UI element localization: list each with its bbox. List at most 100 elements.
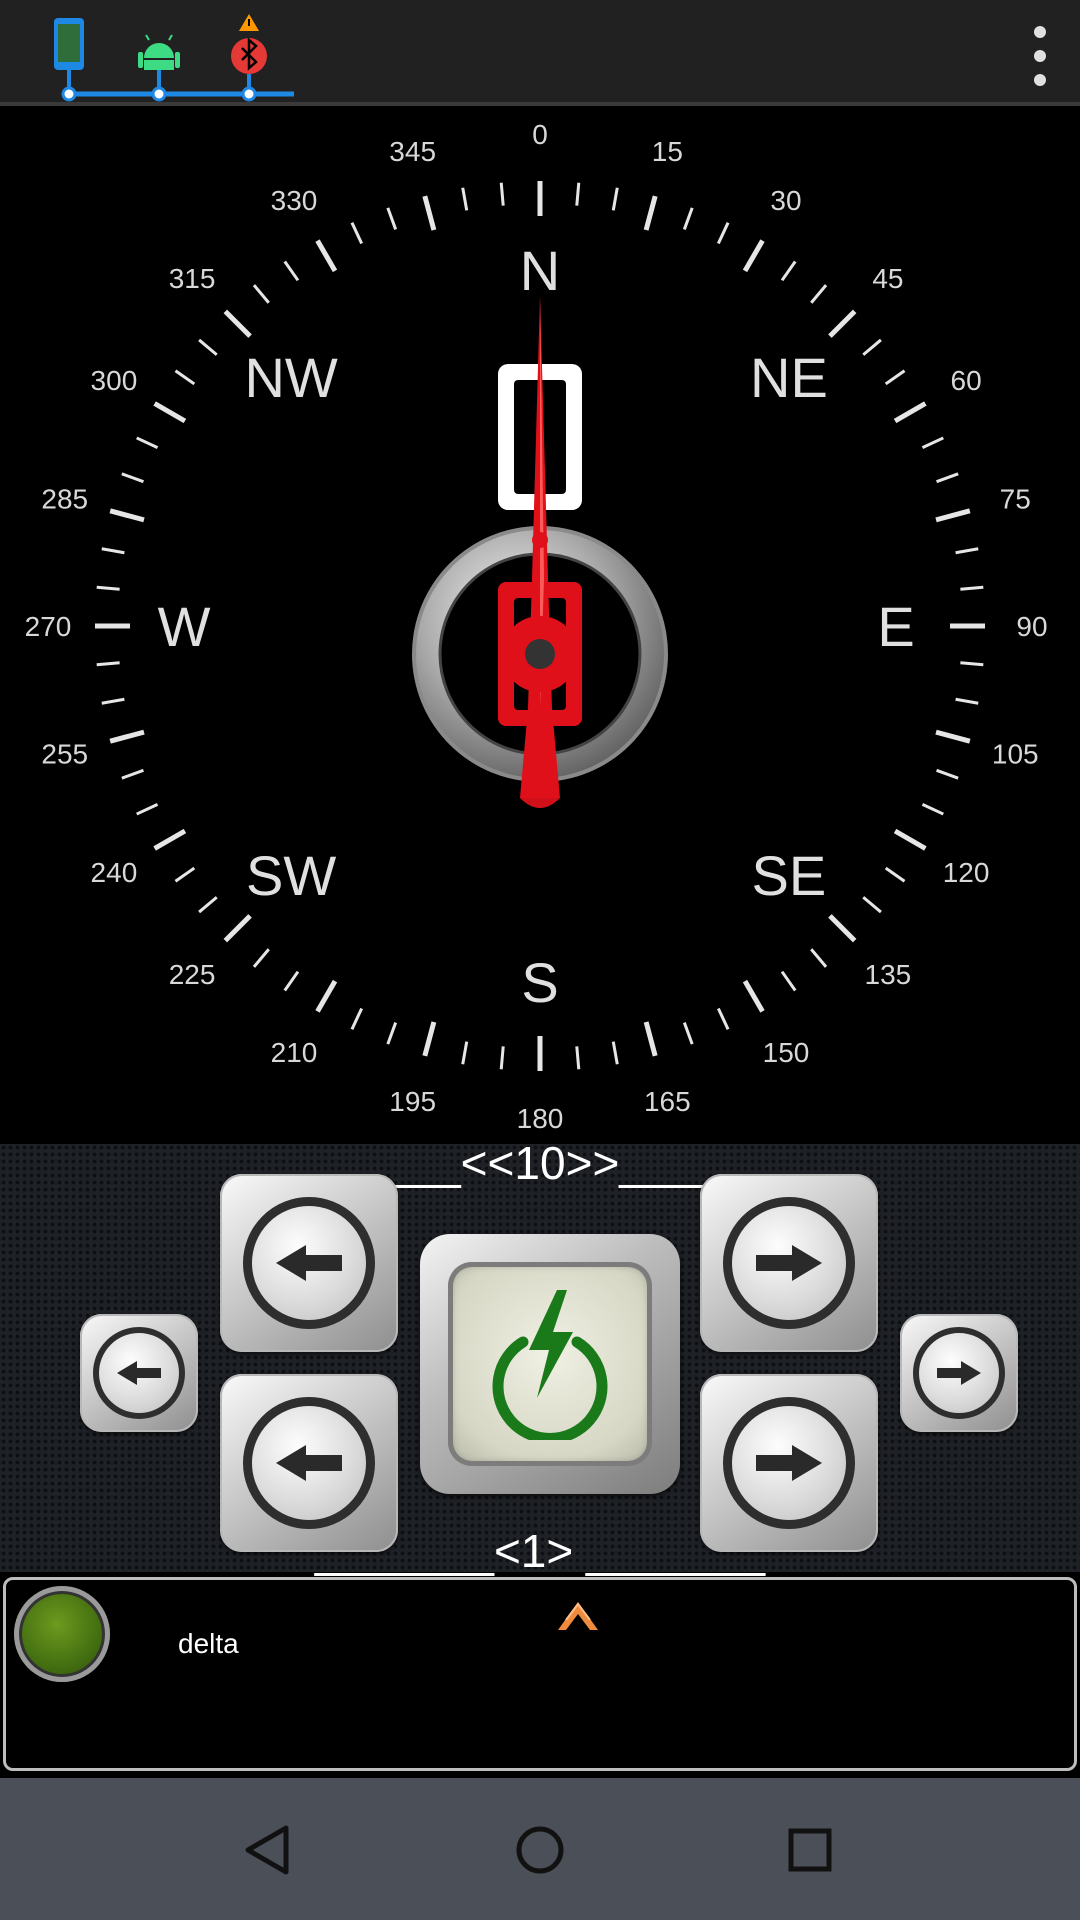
degree-label: 315: [169, 263, 216, 294]
status-led: [14, 1586, 110, 1682]
compass-tick: [780, 260, 797, 282]
compass-tick: [936, 472, 959, 484]
status-panel: delta: [3, 1577, 1077, 1771]
compass-tick: [716, 1007, 730, 1030]
compass-tick: [828, 309, 857, 338]
compass-tick: [198, 896, 218, 914]
degree-label: 345: [389, 136, 436, 167]
compass-tick: [935, 729, 971, 744]
cardinal-label-se: SE: [752, 844, 827, 907]
compass-tick: [810, 948, 828, 968]
compass-tick: [422, 1021, 437, 1057]
degree-label: 300: [91, 365, 138, 396]
compass-tick: [109, 729, 145, 744]
compass-tick: [386, 207, 398, 230]
cardinal-label-e: E: [877, 595, 914, 658]
compass-tick: [101, 697, 125, 705]
degree-label: 330: [271, 185, 318, 216]
compass-tick: [884, 866, 906, 883]
compass-tick: [315, 239, 338, 273]
degree-label: 210: [271, 1037, 318, 1068]
back-icon[interactable]: [232, 1814, 304, 1886]
chevron-up-icon[interactable]: [556, 1596, 600, 1632]
compass-svg: 0 15 30 45 60 75 90 105 120 135 150 165 180 195 210 225…: [25, 119, 1048, 1134]
compass-tick: [921, 436, 944, 450]
degree-label: 150: [763, 1037, 810, 1068]
compass-tick: [955, 547, 979, 555]
arrow-right-icon: [756, 1445, 822, 1481]
compass-tick: [893, 401, 927, 424]
arrow-right-icon: [756, 1245, 822, 1281]
small-right-button[interactable]: [900, 1314, 1018, 1432]
compass-tick: [611, 187, 619, 211]
degree-label: 90: [1016, 611, 1047, 642]
compass-tick: [611, 1041, 619, 1065]
compass-tick: [350, 1007, 364, 1030]
arrow-left-icon: [276, 1245, 342, 1281]
rotate-left-button-bottom[interactable]: [220, 1374, 398, 1552]
compass-tick: [810, 284, 828, 304]
compass-tick: [315, 979, 338, 1013]
degree-label: 195: [389, 1086, 436, 1117]
compass-tick: [252, 948, 270, 968]
compass-tick: [828, 914, 857, 943]
compass-dial: 0 15 30 45 60 75 90 105 120 135 150 165 180 195 210 225…: [0, 108, 1080, 1144]
compass-tick: [174, 369, 196, 386]
degree-label: 180: [517, 1103, 564, 1134]
bluetooth-warning-icon[interactable]: [231, 14, 267, 102]
increment-label: _______<1> _______: [314, 1525, 766, 1577]
compass-tick: [153, 828, 187, 851]
compass-tick: [136, 436, 159, 450]
compass-tick: [862, 338, 882, 356]
compass-tick: [198, 338, 218, 356]
compass-tick: [575, 182, 581, 206]
compass-tick: [682, 207, 694, 230]
degree-label: 135: [865, 959, 912, 990]
rotate-right-button-bottom[interactable]: [700, 1374, 878, 1552]
compass-tick: [350, 222, 364, 245]
compass-tick: [499, 1046, 505, 1070]
degree-label: 30: [770, 185, 801, 216]
compass-tick: [174, 866, 196, 883]
home-icon[interactable]: [504, 1814, 576, 1886]
arrow-right-icon: [937, 1361, 981, 1385]
compass-tick: [223, 309, 252, 338]
rotate-left-button-top[interactable]: [220, 1174, 398, 1352]
compass-tick: [461, 1041, 469, 1065]
degree-label: 45: [872, 263, 903, 294]
degree-label: 75: [1000, 484, 1031, 515]
degree-label: 225: [169, 959, 216, 990]
compass-tick: [921, 802, 944, 816]
compass-tick: [643, 1021, 658, 1057]
more-vert-icon[interactable]: [1012, 18, 1068, 94]
degree-label: 255: [41, 738, 88, 769]
compass-tick: [893, 828, 927, 851]
compass-tick: [742, 979, 765, 1013]
power-button[interactable]: [420, 1234, 680, 1494]
compass-tick: [252, 284, 270, 304]
degree-label: 120: [943, 857, 990, 888]
connection-status: [54, 14, 294, 102]
recents-icon[interactable]: [774, 1814, 846, 1886]
degree-label: 240: [91, 857, 138, 888]
compass-tick: [960, 585, 984, 591]
degree-label: 285: [41, 484, 88, 515]
android-icon[interactable]: [138, 34, 180, 102]
phone-icon[interactable]: [54, 18, 84, 102]
arrow-left-icon: [276, 1445, 342, 1481]
small-left-button[interactable]: [80, 1314, 198, 1432]
compass-tick: [101, 547, 125, 555]
cardinal-label-ne: NE: [750, 346, 828, 409]
system-navbar: [0, 1778, 1080, 1920]
compass-tick: [682, 1022, 694, 1045]
rotate-right-button-top[interactable]: [700, 1174, 878, 1352]
cardinal-label-nw: NW: [244, 346, 337, 409]
compass-tick: [780, 970, 797, 992]
compass-tick: [643, 195, 658, 231]
compass-tick: [136, 802, 159, 816]
compass-tick: [153, 401, 187, 424]
degree-label: 60: [951, 365, 982, 396]
compass-tick: [575, 1046, 581, 1070]
compass-tick: [884, 369, 906, 386]
compass-tick: [283, 970, 300, 992]
